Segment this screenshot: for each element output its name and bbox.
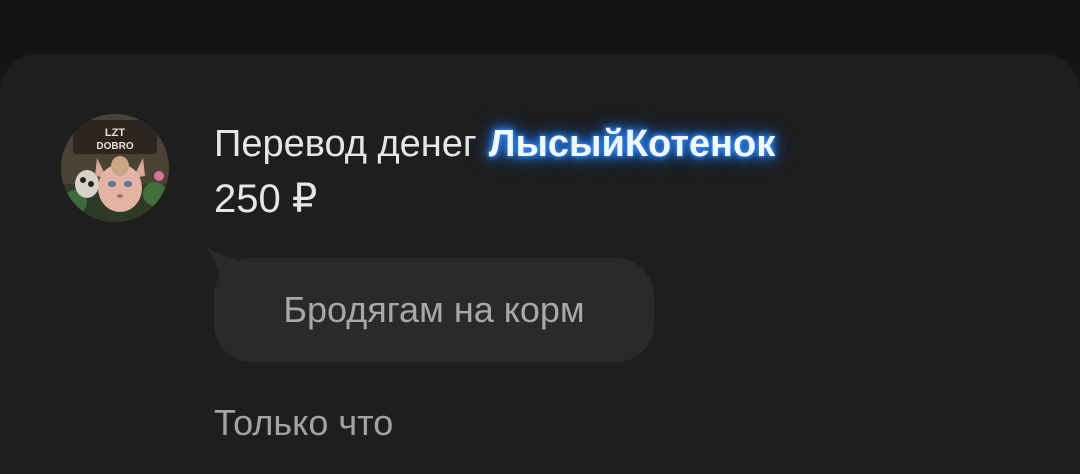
message-bubble: Бродягам на корм bbox=[214, 258, 654, 362]
donation-amount: 250 ₽ bbox=[214, 177, 318, 221]
avatar[interactable]: LZT DOBRO bbox=[61, 114, 169, 222]
top-bar bbox=[0, 0, 1080, 54]
title-prefix: Перевод денег bbox=[214, 122, 477, 165]
svg-text:LZT: LZT bbox=[105, 127, 125, 139]
donation-message: Бродягам на корм bbox=[283, 289, 585, 330]
timestamp: Только что bbox=[214, 402, 394, 443]
svg-text:DOBRO: DOBRO bbox=[96, 141, 133, 152]
cat-avatar-icon: LZT DOBRO bbox=[61, 114, 169, 222]
sender-name[interactable]: ЛысыйКотенок bbox=[489, 123, 775, 166]
donation-title: Перевод денег ЛысыйКотенок bbox=[214, 120, 775, 168]
